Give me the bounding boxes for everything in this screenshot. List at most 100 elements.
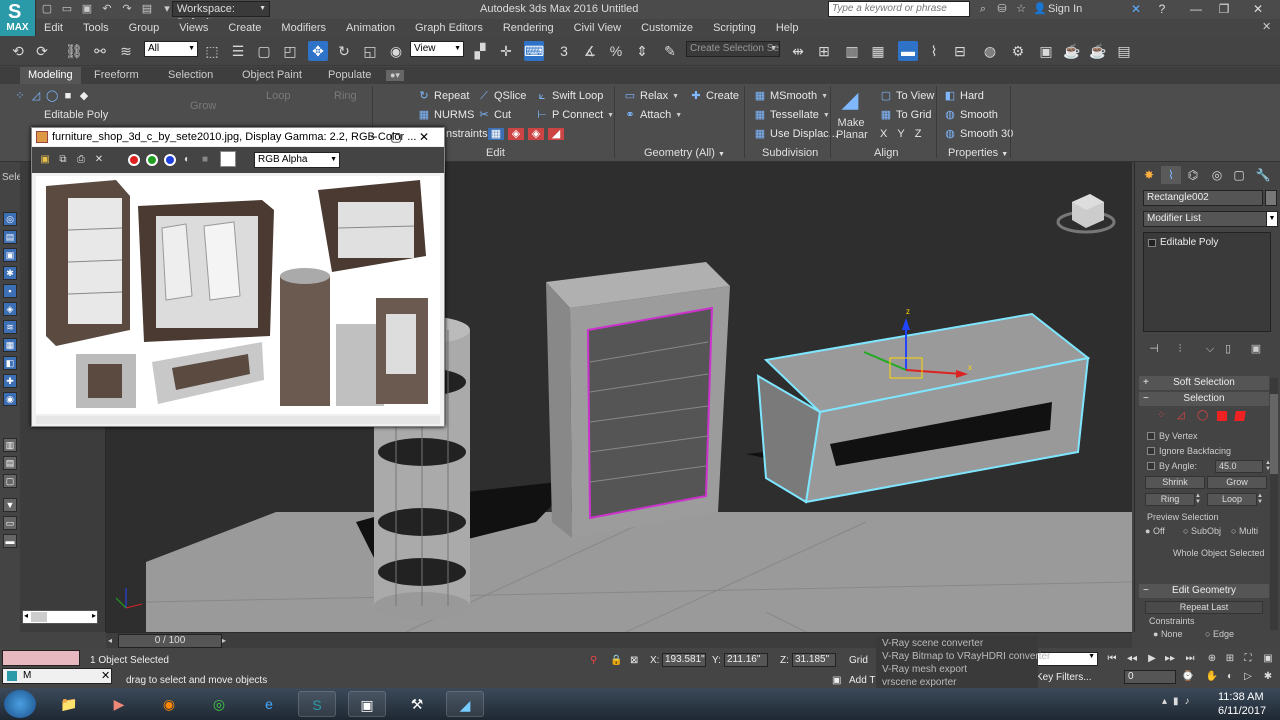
nurms-button[interactable]: ▦ NURMS xyxy=(418,109,475,121)
explorer-lights-icon[interactable]: ✱ xyxy=(3,266,17,280)
hard-button[interactable]: ◧ Hard xyxy=(944,90,984,102)
align-y-button[interactable]: Y xyxy=(897,128,904,140)
modifier-stack-item[interactable]: Editable Poly xyxy=(1148,237,1218,248)
blue-channel-icon[interactable] xyxy=(164,154,176,166)
previous-frame-icon[interactable]: ◂ xyxy=(108,634,118,648)
selection-filter-dropdown[interactable]: All xyxy=(144,41,198,57)
zoom-extents-icon[interactable]: ⛶ xyxy=(1240,652,1256,666)
ignore-backfacing-checkbox[interactable] xyxy=(1147,447,1155,455)
open-file-icon[interactable]: ▭ xyxy=(60,2,74,16)
edge-select-icon[interactable]: ◿ xyxy=(1177,411,1187,421)
image-viewer-window[interactable]: furniture_shop_3d_c_by_sete2010.jpg, Dis… xyxy=(31,127,445,427)
preview-multi-radio[interactable]: ○ Multi xyxy=(1231,526,1258,536)
smooth-30-button[interactable]: ◍ Smooth 30 xyxy=(944,128,1013,140)
project-folder-icon[interactable]: ▤ xyxy=(140,2,154,16)
polygon-select-icon[interactable] xyxy=(1217,411,1227,421)
rect-selection-icon[interactable]: ▢ xyxy=(254,41,274,61)
vray-scene-converter-item[interactable]: V-Ray scene converter xyxy=(882,638,983,649)
angle-threshold-field[interactable]: 45.0 xyxy=(1215,460,1263,473)
clear-image-icon[interactable]: ✕ xyxy=(92,153,106,167)
preview-off-radio[interactable]: ● Off xyxy=(1145,526,1165,536)
display-panel-tab[interactable]: ▢ xyxy=(1229,166,1249,184)
save-file-icon[interactable]: ▣ xyxy=(80,2,94,16)
undo-icon[interactable]: ⟲ xyxy=(8,41,28,61)
maxscript-listener-input[interactable] xyxy=(2,650,80,666)
bind-space-warp-icon[interactable]: ≋ xyxy=(116,41,136,61)
time-slider-thumb[interactable]: 0 / 100 xyxy=(118,634,222,648)
explorer-groups-icon[interactable]: ▦ xyxy=(3,338,17,352)
help-search-input[interactable]: Type a keyword or phrase xyxy=(828,1,970,17)
3dsmax-taskbar-icon[interactable]: S xyxy=(298,691,336,717)
menu-create[interactable]: Create xyxy=(226,22,271,34)
loop-select-button[interactable]: Loop xyxy=(1207,493,1257,506)
display-channel-dropdown[interactable]: RGB Alpha xyxy=(254,152,340,168)
time-tag-icon[interactable]: ▣ xyxy=(832,675,841,686)
file-explorer-icon[interactable]: 📁 xyxy=(50,691,88,717)
tools-taskbar-icon[interactable]: ⚒ xyxy=(398,691,436,717)
image-viewer-taskbar-icon[interactable]: ▣ xyxy=(348,691,386,717)
image-viewer-maximize-button[interactable]: ▢ xyxy=(386,128,406,146)
swift-loop-button[interactable]: ⟀ Swift Loop xyxy=(536,90,604,102)
polygon-mode-icon[interactable]: ■ xyxy=(62,90,74,102)
repeat-last-button[interactable]: Repeat Last xyxy=(1145,601,1263,614)
vrscene-exporter-item[interactable]: vrscene exporter xyxy=(882,677,956,688)
explorer-xrefs-icon[interactable]: ◧ xyxy=(3,356,17,370)
restore-button[interactable]: ❐ xyxy=(1210,0,1238,19)
minimize-button[interactable]: — xyxy=(1182,0,1210,19)
explorer-filter-funnel-icon[interactable]: ▼ xyxy=(3,498,17,512)
menu-close-icon[interactable]: ✕ xyxy=(1262,20,1276,34)
key-filters-button[interactable]: Key Filters... xyxy=(1036,672,1092,683)
repeat-button[interactable]: ↻ Repeat xyxy=(418,90,469,102)
x-coord-field[interactable]: 193.581" xyxy=(662,653,706,667)
explorer-layers-icon[interactable]: ▤ xyxy=(3,456,17,470)
tab-modeling[interactable]: Modeling xyxy=(20,67,81,84)
menu-help[interactable]: Help xyxy=(774,22,809,34)
close-button[interactable]: ✕ xyxy=(1238,0,1278,19)
ring-select-button[interactable]: Ring xyxy=(1145,493,1195,506)
explorer-find-icon[interactable]: ▢ xyxy=(3,474,17,488)
binoculars-icon[interactable]: ⌕ xyxy=(976,2,990,16)
motion-panel-tab[interactable]: ◎ xyxy=(1207,166,1227,184)
field-of-view-icon[interactable]: ▷ xyxy=(1240,670,1256,684)
go-to-end-icon[interactable]: ⏭ xyxy=(1182,652,1198,666)
vray-mesh-export-item[interactable]: V-Ray mesh export xyxy=(882,664,967,675)
manipulate-icon[interactable]: ✛ xyxy=(496,41,516,61)
green-channel-icon[interactable] xyxy=(146,154,158,166)
ring-button[interactable]: Ring xyxy=(334,90,357,102)
constraint-none-radio[interactable]: ● None xyxy=(1153,629,1182,639)
exchange-icon[interactable]: ✕ xyxy=(1122,0,1150,19)
save-image-icon[interactable]: ▣ xyxy=(38,153,52,167)
align-icon[interactable]: ⊞ xyxy=(814,41,834,61)
configure-sets-icon[interactable]: ▣ xyxy=(1249,342,1263,356)
snaps-toggle-icon[interactable]: 3 xyxy=(554,41,574,61)
edge-mode-icon[interactable]: ◿ xyxy=(30,90,42,102)
tall-shelf-model[interactable] xyxy=(546,262,730,538)
ring-spinner[interactable]: ▲ ▼ xyxy=(1195,493,1201,506)
constraint-face-icon[interactable]: ◈ xyxy=(528,128,544,140)
modifier-stack[interactable]: Editable Poly xyxy=(1143,232,1271,332)
menu-tools[interactable]: Tools xyxy=(81,22,119,34)
smooth-button[interactable]: ◍ Smooth xyxy=(944,109,998,121)
create-button[interactable]: ✚ Create xyxy=(690,90,739,102)
next-frame-icon[interactable]: ▸ xyxy=(222,634,232,648)
select-object-icon[interactable]: ⬚ xyxy=(202,41,222,61)
monochrome-icon[interactable]: ■ xyxy=(198,153,212,167)
y-coord-field[interactable]: 211.16" xyxy=(724,653,768,667)
z-coord-field[interactable]: 31.185" xyxy=(792,653,836,667)
chrome-icon[interactable]: ◎ xyxy=(200,691,238,717)
pin-stack-icon[interactable]: ⊣ xyxy=(1147,342,1161,356)
material-editor-icon[interactable]: ◍ xyxy=(980,41,1000,61)
use-displacement-button[interactable]: ▦ Use Displac... xyxy=(754,128,838,140)
workspace-dropdown[interactable]: Workspace: Default xyxy=(172,1,270,29)
image-viewer-scrollbar[interactable] xyxy=(36,416,440,424)
tab-populate[interactable]: Populate xyxy=(320,67,379,84)
scrollbar-thumb[interactable] xyxy=(1270,394,1278,474)
go-to-start-icon[interactable]: ⏮ xyxy=(1104,652,1120,666)
vertex-select-icon[interactable]: ⁘ xyxy=(1157,411,1167,421)
internet-explorer-icon[interactable]: e xyxy=(250,691,288,717)
close-icon[interactable]: ✕ xyxy=(101,669,110,683)
constraint-edge-radio[interactable]: ○ Edge xyxy=(1205,629,1234,639)
tessellate-button[interactable]: ▦ Tessellate ▼ xyxy=(754,109,830,121)
mirror-icon[interactable]: ⇹ xyxy=(788,41,808,61)
explorer-helpers-icon[interactable]: ◈ xyxy=(3,302,17,316)
